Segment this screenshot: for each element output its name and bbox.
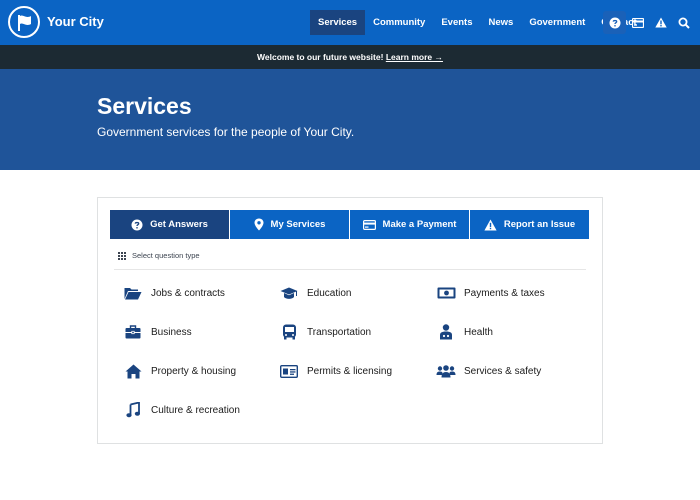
tab-report-an-issue[interactable]: Report an Issue — [470, 210, 589, 239]
search-icon — [678, 17, 690, 29]
site-name[interactable]: Your City — [47, 14, 104, 29]
nav-item-news[interactable]: News — [481, 10, 522, 35]
tab-label: Report an Issue — [503, 219, 576, 230]
topic-education[interactable]: Education — [279, 284, 351, 302]
tab-get-answers[interactable]: Get Answers — [110, 210, 229, 239]
topic-label: Permits & licensing — [307, 365, 393, 377]
search-button[interactable] — [672, 11, 695, 34]
hero-section: Services Government services for the peo… — [0, 69, 700, 170]
topic-label: Services & safety — [464, 365, 542, 377]
city-logo[interactable] — [8, 6, 40, 38]
topic-label: Jobs & contracts — [151, 287, 225, 299]
nav-item-government[interactable]: Government — [521, 10, 593, 35]
nav-item-events[interactable]: Events — [433, 10, 480, 35]
alert-button[interactable] — [649, 11, 672, 34]
tab-label: Get Answers — [150, 219, 208, 230]
topic-business[interactable]: Business — [123, 323, 192, 341]
payment-button[interactable] — [626, 11, 649, 34]
warning-icon — [654, 17, 667, 28]
topic-label: Health — [464, 326, 493, 338]
person-icon — [436, 323, 456, 341]
bus-icon — [279, 323, 299, 341]
tab-my-services[interactable]: My Services — [230, 210, 349, 239]
home-icon — [123, 362, 143, 380]
money-bill-icon — [436, 284, 456, 302]
services-card: Get Answers My Services Make a Payment R… — [97, 197, 603, 444]
question-icon — [609, 17, 620, 28]
main-nav: Services Community Events News Governmen… — [310, 10, 645, 35]
service-tabs: Get Answers My Services Make a Payment R… — [110, 210, 591, 239]
topic-transportation[interactable]: Transportation — [279, 323, 371, 341]
topic-label: Property & housing — [151, 365, 237, 377]
credit-card-icon — [631, 17, 644, 28]
page-title: Services — [97, 93, 192, 119]
topic-label: Culture & recreation — [151, 404, 240, 416]
select-label: Select question type — [132, 251, 200, 260]
tab-make-a-payment[interactable]: Make a Payment — [350, 210, 469, 239]
page-subtitle: Government services for the people of Yo… — [97, 125, 355, 139]
briefcase-icon — [123, 323, 143, 341]
music-note-icon — [123, 401, 143, 419]
graduation-cap-icon — [279, 284, 299, 302]
tab-label: My Services — [270, 219, 326, 230]
flag-icon — [18, 15, 31, 31]
topic-label: Education — [307, 287, 352, 299]
topic-jobs-contracts[interactable]: Jobs & contracts — [123, 284, 225, 302]
map-marker-icon — [254, 218, 264, 231]
divider — [114, 269, 586, 270]
banner-text: Welcome to our future website! — [257, 52, 384, 62]
topic-label: Transportation — [307, 326, 372, 338]
site-header: Your City Services Community Events News… — [0, 0, 700, 45]
topic-property-housing[interactable]: Property & housing — [123, 362, 236, 380]
id-card-icon — [279, 362, 299, 380]
learn-more-link[interactable]: Learn more → — [386, 52, 443, 62]
topic-health[interactable]: Health — [436, 323, 493, 341]
users-icon — [436, 362, 456, 380]
warning-icon — [484, 219, 497, 230]
folder-open-icon — [123, 284, 143, 302]
help-button[interactable] — [603, 11, 626, 34]
topic-permits-licensing[interactable]: Permits & licensing — [279, 362, 392, 380]
grid-icon — [118, 251, 126, 260]
topic-label: Business — [151, 326, 192, 338]
nav-item-services[interactable]: Services — [310, 10, 366, 35]
question-icon — [131, 219, 143, 230]
credit-card-icon — [362, 219, 376, 230]
topic-payments-taxes[interactable]: Payments & taxes — [436, 284, 545, 302]
topic-label: Payments & taxes — [464, 287, 545, 299]
tab-label: Make a Payment — [382, 219, 457, 230]
select-question-type[interactable]: Select question type — [118, 251, 200, 260]
topic-services-safety[interactable]: Services & safety — [436, 362, 541, 380]
nav-item-community[interactable]: Community — [365, 10, 433, 35]
announcement-banner: Welcome to our future website! Learn mor… — [0, 45, 700, 69]
topic-culture-recreation[interactable]: Culture & recreation — [123, 401, 240, 419]
